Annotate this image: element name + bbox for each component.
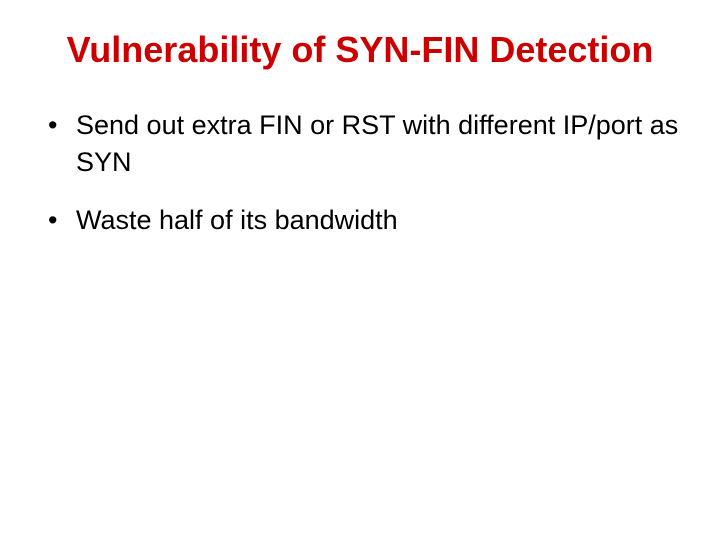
slide-title: Vulnerability of SYN-FIN Detection — [40, 28, 680, 71]
slide: Vulnerability of SYN-FIN Detection Send … — [0, 0, 720, 540]
bullet-list: Send out extra FIN or RST with different… — [40, 107, 680, 238]
list-item: Send out extra FIN or RST with different… — [40, 107, 680, 180]
list-item: Waste half of its bandwidth — [40, 202, 680, 238]
